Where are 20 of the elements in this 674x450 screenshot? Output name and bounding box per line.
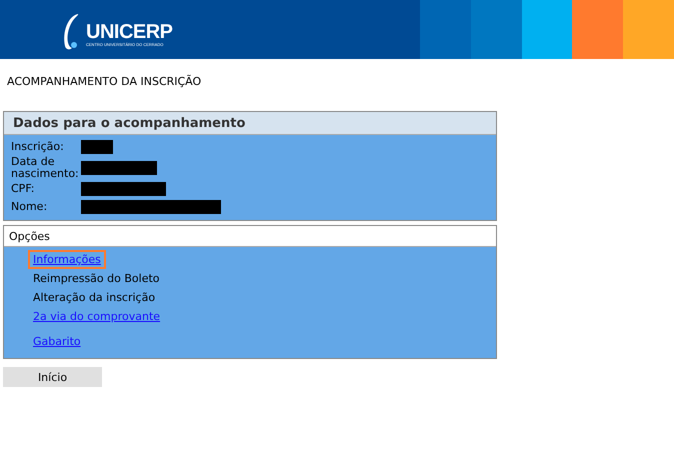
option-link[interactable]: Informações [28, 250, 106, 269]
option-text: Alteração da inscrição [32, 290, 156, 306]
field-label: Data de nascimento: [10, 156, 80, 180]
options-title: Opções [4, 226, 496, 247]
option-link[interactable]: 2a via do comprovante [28, 307, 166, 326]
color-stripe [623, 0, 674, 59]
logo-text: UNICERP [86, 22, 173, 42]
color-stripe [420, 0, 471, 59]
color-stripe [470, 0, 522, 59]
field-label: Nome: [10, 201, 48, 213]
option-text: Reimpressão do Boleto [32, 271, 160, 287]
page-title: ACOMPANHAMENTO DA INSCRIÇÃO [7, 75, 202, 90]
color-stripe [572, 0, 624, 59]
option-link[interactable]: Gabarito [28, 332, 86, 351]
field-label: CPF: [10, 183, 36, 195]
color-stripe [522, 0, 572, 59]
field-label: Inscrição: [10, 141, 65, 153]
panel-header: Dados para o acompanhamento [4, 112, 496, 135]
redacted-value [81, 140, 113, 154]
home-button[interactable]: Início [3, 367, 102, 387]
